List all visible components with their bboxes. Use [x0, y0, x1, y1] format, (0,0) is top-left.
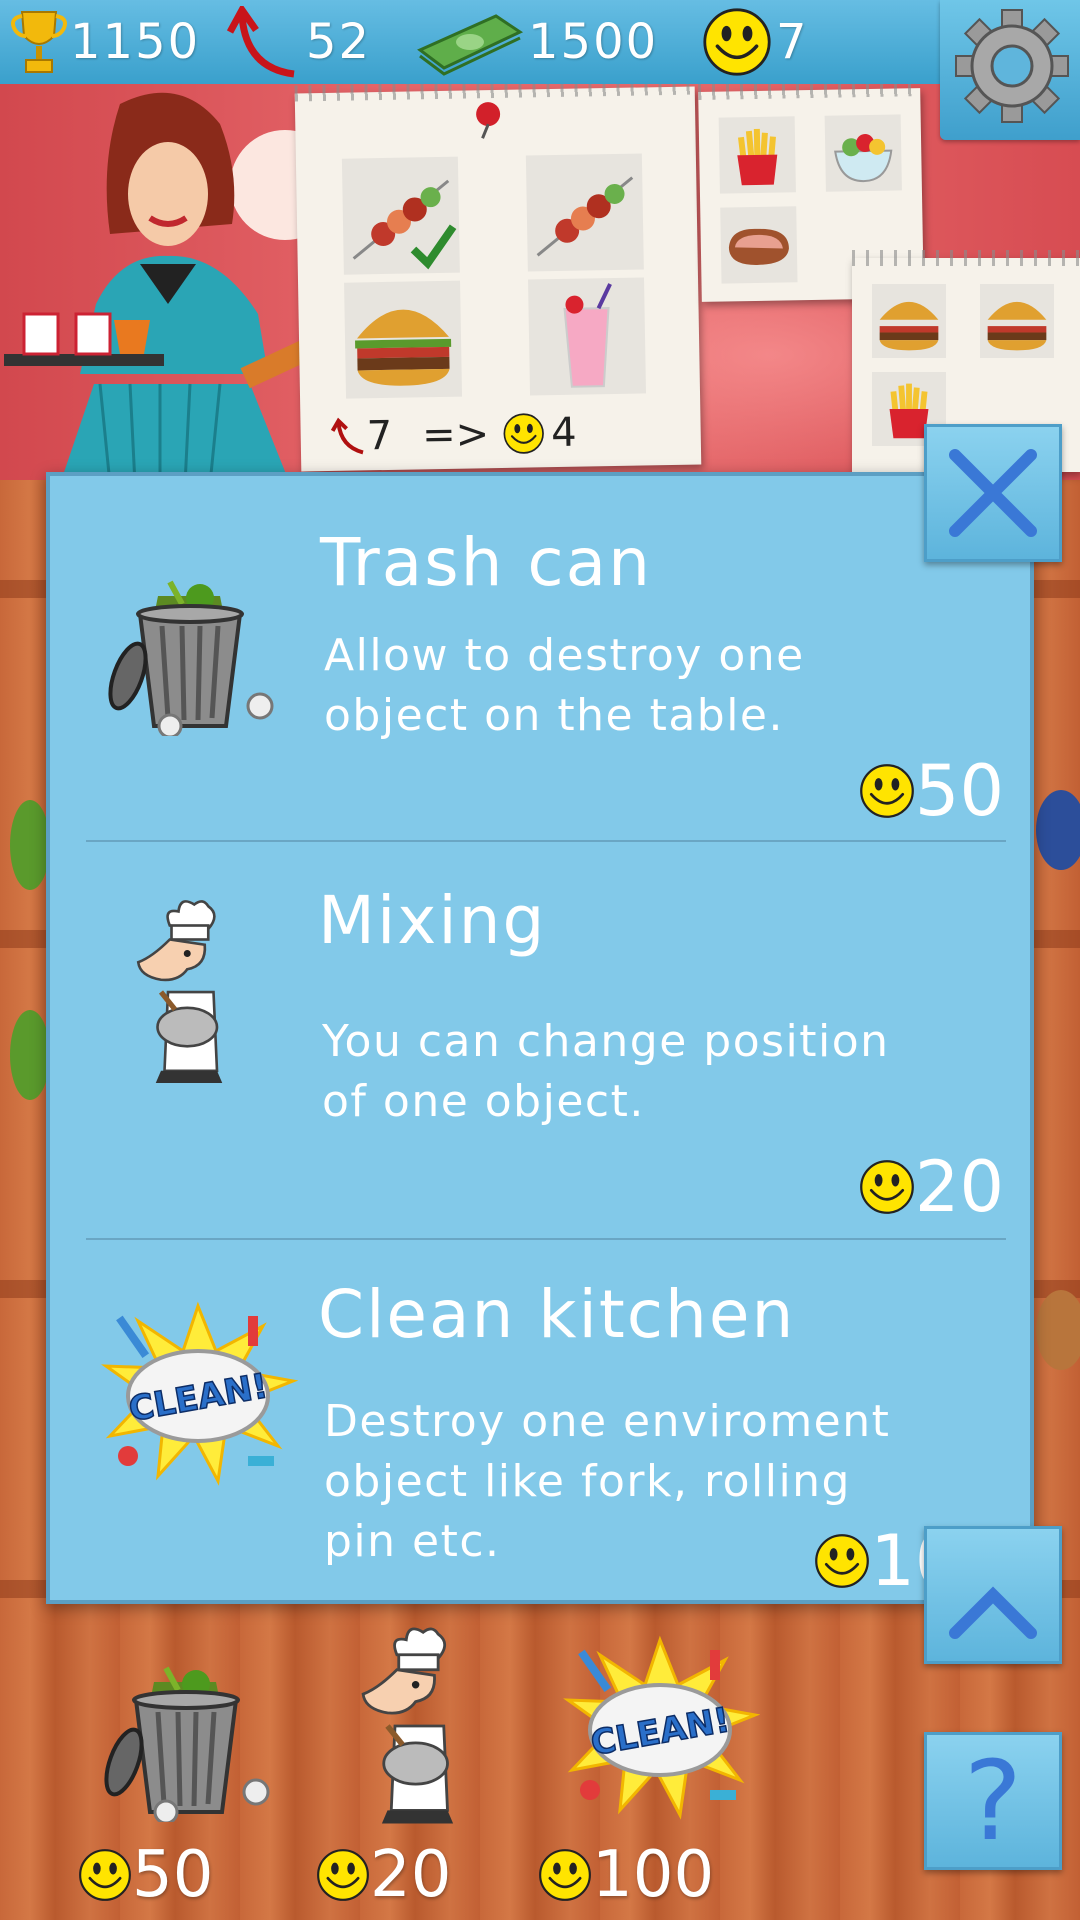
close-icon	[949, 449, 1037, 537]
item-price: 50	[859, 750, 1004, 832]
order-requirement: 7 => 4	[330, 407, 577, 463]
order-cell	[341, 156, 460, 275]
desc-line: of one object.	[322, 1076, 645, 1127]
smiley-icon	[702, 7, 772, 77]
move-arrow-icon	[226, 6, 295, 78]
item-title: Clean kitchen	[318, 1276, 796, 1353]
desc-line: object like fork, rolling	[324, 1456, 851, 1507]
item-title: Trash can	[320, 524, 652, 601]
smiley-icon	[78, 1848, 132, 1902]
item-price: 20	[859, 1146, 1004, 1228]
order-cell	[720, 206, 798, 284]
cash-icon	[417, 14, 524, 76]
trophy-counter: 1150	[8, 6, 200, 78]
burger-icon	[987, 301, 1047, 351]
milkshake-icon	[563, 283, 612, 388]
smiley-icon	[859, 1159, 915, 1215]
help-button[interactable]: ?	[924, 1732, 1062, 1870]
price-value: 100	[592, 1838, 715, 1912]
chef-mixing-tool[interactable]	[350, 1616, 500, 1836]
smiley-counter: 7	[702, 6, 809, 78]
smiley-icon	[814, 1533, 870, 1589]
order-moves: 7	[366, 412, 393, 460]
order-note: 7 => 4	[294, 78, 702, 472]
desc-line: object on the table.	[324, 690, 784, 741]
gear-icon	[955, 9, 1069, 123]
order-cell	[344, 280, 463, 399]
lettuce-icon	[10, 800, 50, 890]
plate-icon	[1036, 790, 1080, 870]
smiley-icon	[503, 412, 546, 455]
item-description: Allow to destroy one object on the table…	[324, 626, 964, 746]
trash-can-icon	[100, 556, 280, 736]
smiley-icon	[538, 1848, 592, 1902]
desc-line: You can change position	[322, 1016, 890, 1067]
move-arrow-icon	[330, 417, 364, 455]
tray-price-clean: 100	[538, 1838, 714, 1912]
smiley-icon	[316, 1848, 370, 1902]
top-hud: 1150 52 1500 7	[0, 0, 1080, 84]
tray-price-mixing: 20	[316, 1838, 451, 1912]
item-title: Mixing	[318, 882, 547, 959]
shop-item-mixing[interactable]: Mixing You can change position of one ob…	[50, 842, 1030, 1234]
lettuce-icon	[10, 1010, 50, 1100]
price-value: 50	[132, 1838, 214, 1912]
money-counter: 1500	[416, 6, 658, 78]
order-cell	[824, 114, 902, 192]
pin-icon	[476, 102, 501, 139]
tray-price-trash: 50	[78, 1838, 213, 1912]
fries-icon	[737, 128, 778, 186]
shop-item-clean-kitchen[interactable]: Clean kitchen Destroy one enviroment obj…	[50, 1240, 1030, 1604]
order-cell	[525, 153, 644, 272]
trophy-count: 1150	[70, 14, 201, 70]
chevron-up-icon	[949, 1586, 1037, 1639]
close-button[interactable]	[924, 424, 1062, 562]
item-description: You can change position of one object.	[322, 1012, 962, 1132]
money-count: 1500	[528, 14, 659, 70]
trash-can-tool[interactable]	[96, 1642, 276, 1822]
steak-icon	[728, 228, 789, 265]
settings-button[interactable]	[940, 0, 1080, 140]
clean-kitchen-tool[interactable]	[560, 1630, 760, 1830]
note-spiral	[852, 250, 1080, 266]
moves-counter: 52	[226, 6, 371, 78]
order-cell	[718, 116, 796, 194]
order-reward: 4	[550, 409, 578, 457]
order-cell	[528, 277, 647, 396]
order-cell	[872, 284, 946, 358]
smiley-icon	[859, 763, 915, 819]
price-value: 50	[914, 750, 1004, 832]
price-value: 20	[370, 1838, 452, 1912]
chef-mixing-icon	[126, 892, 266, 1092]
desc-line: Allow to destroy one	[324, 630, 805, 681]
boosters-shop-dialog: Trash can Allow to destroy one object on…	[46, 472, 1034, 1604]
order-cell	[980, 284, 1054, 358]
smiley-count: 7	[776, 14, 809, 70]
order-arrow-text: =>	[421, 411, 490, 459]
price-value: 20	[914, 1146, 1004, 1228]
scroll-up-button[interactable]	[924, 1526, 1062, 1664]
burger-icon	[355, 309, 452, 386]
burger-icon	[879, 301, 939, 351]
trophy-icon	[11, 11, 67, 73]
kebab-icon	[352, 179, 457, 270]
desc-line: Destroy one enviroment	[324, 1396, 891, 1447]
help-label: ?	[963, 1737, 1023, 1865]
shop-item-trash-can[interactable]: Trash can Allow to destroy one object on…	[50, 476, 1030, 840]
kebab-icon	[536, 176, 634, 257]
moves-count: 52	[306, 14, 372, 70]
sausage-icon	[1036, 1290, 1080, 1370]
clean-burst-icon	[98, 1296, 298, 1496]
salad-icon	[834, 134, 893, 183]
